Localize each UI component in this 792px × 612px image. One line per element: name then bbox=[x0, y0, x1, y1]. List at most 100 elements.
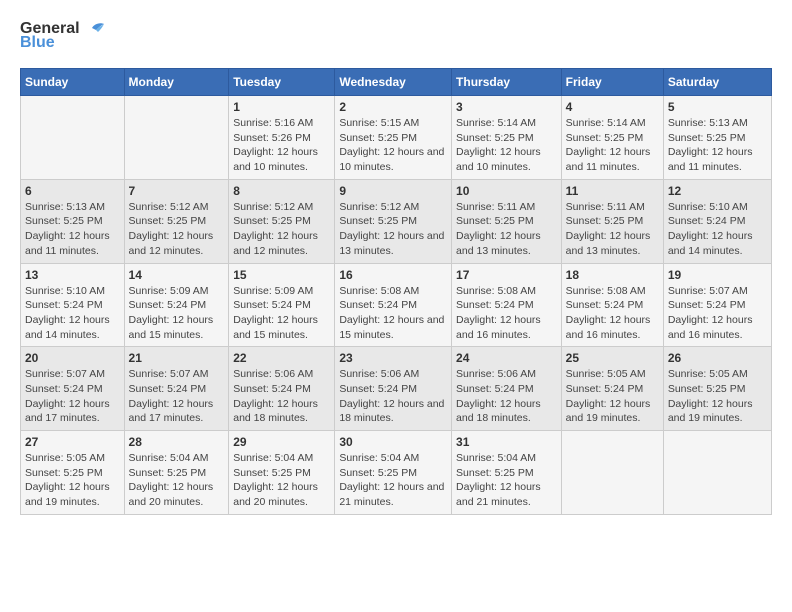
day-number: 24 bbox=[456, 351, 557, 365]
sunrise-text: Sunrise: 5:04 AM bbox=[456, 452, 536, 464]
daylight-text: Daylight: 12 hours and 12 minutes. bbox=[233, 230, 318, 257]
day-info: Sunrise: 5:09 AM Sunset: 5:24 PM Dayligh… bbox=[233, 284, 330, 343]
sunset-text: Sunset: 5:24 PM bbox=[129, 299, 207, 311]
day-info: Sunrise: 5:05 AM Sunset: 5:25 PM Dayligh… bbox=[25, 451, 120, 510]
day-info: Sunrise: 5:07 AM Sunset: 5:24 PM Dayligh… bbox=[25, 367, 120, 426]
sunset-text: Sunset: 5:25 PM bbox=[456, 215, 534, 227]
sunset-text: Sunset: 5:25 PM bbox=[566, 132, 644, 144]
daylight-text: Daylight: 12 hours and 17 minutes. bbox=[129, 398, 214, 425]
day-number: 5 bbox=[668, 100, 767, 114]
calendar-day-cell: 8 Sunrise: 5:12 AM Sunset: 5:25 PM Dayli… bbox=[229, 179, 335, 263]
sunset-text: Sunset: 5:24 PM bbox=[566, 299, 644, 311]
day-number: 10 bbox=[456, 184, 557, 198]
day-number: 1 bbox=[233, 100, 330, 114]
day-number: 20 bbox=[25, 351, 120, 365]
sunrise-text: Sunrise: 5:07 AM bbox=[25, 368, 105, 380]
day-number: 31 bbox=[456, 435, 557, 449]
day-number: 30 bbox=[339, 435, 447, 449]
day-info: Sunrise: 5:12 AM Sunset: 5:25 PM Dayligh… bbox=[233, 200, 330, 259]
calendar-day-cell: 21 Sunrise: 5:07 AM Sunset: 5:24 PM Dayl… bbox=[124, 347, 229, 431]
day-number: 2 bbox=[339, 100, 447, 114]
day-info: Sunrise: 5:13 AM Sunset: 5:25 PM Dayligh… bbox=[668, 116, 767, 175]
day-info: Sunrise: 5:04 AM Sunset: 5:25 PM Dayligh… bbox=[456, 451, 557, 510]
sunset-text: Sunset: 5:25 PM bbox=[339, 215, 417, 227]
day-info: Sunrise: 5:07 AM Sunset: 5:24 PM Dayligh… bbox=[668, 284, 767, 343]
calendar-day-cell: 4 Sunrise: 5:14 AM Sunset: 5:25 PM Dayli… bbox=[561, 96, 663, 180]
day-number: 13 bbox=[25, 268, 120, 282]
sunrise-text: Sunrise: 5:08 AM bbox=[456, 285, 536, 297]
sunrise-text: Sunrise: 5:04 AM bbox=[233, 452, 313, 464]
calendar-day-cell: 26 Sunrise: 5:05 AM Sunset: 5:25 PM Dayl… bbox=[663, 347, 771, 431]
calendar-day-cell bbox=[561, 431, 663, 515]
day-number: 6 bbox=[25, 184, 120, 198]
day-number: 9 bbox=[339, 184, 447, 198]
calendar-day-cell: 18 Sunrise: 5:08 AM Sunset: 5:24 PM Dayl… bbox=[561, 263, 663, 347]
sunrise-text: Sunrise: 5:05 AM bbox=[25, 452, 105, 464]
header-monday: Monday bbox=[124, 69, 229, 96]
calendar-day-cell bbox=[21, 96, 125, 180]
sunrise-text: Sunrise: 5:05 AM bbox=[668, 368, 748, 380]
day-number: 27 bbox=[25, 435, 120, 449]
daylight-text: Daylight: 12 hours and 10 minutes. bbox=[456, 146, 541, 173]
day-number: 14 bbox=[129, 268, 225, 282]
day-number: 18 bbox=[566, 268, 659, 282]
day-number: 11 bbox=[566, 184, 659, 198]
header-tuesday: Tuesday bbox=[229, 69, 335, 96]
header-wednesday: Wednesday bbox=[335, 69, 452, 96]
day-info: Sunrise: 5:15 AM Sunset: 5:25 PM Dayligh… bbox=[339, 116, 447, 175]
day-info: Sunrise: 5:12 AM Sunset: 5:25 PM Dayligh… bbox=[129, 200, 225, 259]
day-info: Sunrise: 5:12 AM Sunset: 5:25 PM Dayligh… bbox=[339, 200, 447, 259]
sunrise-text: Sunrise: 5:10 AM bbox=[25, 285, 105, 297]
calendar-week-row: 1 Sunrise: 5:16 AM Sunset: 5:26 PM Dayli… bbox=[21, 96, 772, 180]
sunrise-text: Sunrise: 5:09 AM bbox=[129, 285, 209, 297]
sunset-text: Sunset: 5:24 PM bbox=[668, 299, 746, 311]
header-thursday: Thursday bbox=[452, 69, 562, 96]
sunrise-text: Sunrise: 5:12 AM bbox=[129, 201, 209, 213]
daylight-text: Daylight: 12 hours and 10 minutes. bbox=[233, 146, 318, 173]
sunset-text: Sunset: 5:24 PM bbox=[456, 383, 534, 395]
sunrise-text: Sunrise: 5:12 AM bbox=[339, 201, 419, 213]
calendar-table: SundayMondayTuesdayWednesdayThursdayFrid… bbox=[20, 68, 772, 515]
sunrise-text: Sunrise: 5:05 AM bbox=[566, 368, 646, 380]
daylight-text: Daylight: 12 hours and 20 minutes. bbox=[233, 481, 318, 508]
calendar-day-cell: 15 Sunrise: 5:09 AM Sunset: 5:24 PM Dayl… bbox=[229, 263, 335, 347]
calendar-week-row: 27 Sunrise: 5:05 AM Sunset: 5:25 PM Dayl… bbox=[21, 431, 772, 515]
day-info: Sunrise: 5:09 AM Sunset: 5:24 PM Dayligh… bbox=[129, 284, 225, 343]
calendar-day-cell bbox=[124, 96, 229, 180]
calendar-day-cell: 22 Sunrise: 5:06 AM Sunset: 5:24 PM Dayl… bbox=[229, 347, 335, 431]
daylight-text: Daylight: 12 hours and 14 minutes. bbox=[25, 314, 110, 341]
calendar-day-cell: 20 Sunrise: 5:07 AM Sunset: 5:24 PM Dayl… bbox=[21, 347, 125, 431]
daylight-text: Daylight: 12 hours and 14 minutes. bbox=[668, 230, 753, 257]
calendar-day-cell: 19 Sunrise: 5:07 AM Sunset: 5:24 PM Dayl… bbox=[663, 263, 771, 347]
sunrise-text: Sunrise: 5:07 AM bbox=[668, 285, 748, 297]
sunset-text: Sunset: 5:25 PM bbox=[233, 215, 311, 227]
sunset-text: Sunset: 5:24 PM bbox=[233, 383, 311, 395]
sunrise-text: Sunrise: 5:09 AM bbox=[233, 285, 313, 297]
calendar-day-cell: 30 Sunrise: 5:04 AM Sunset: 5:25 PM Dayl… bbox=[335, 431, 452, 515]
day-info: Sunrise: 5:10 AM Sunset: 5:24 PM Dayligh… bbox=[25, 284, 120, 343]
daylight-text: Daylight: 12 hours and 13 minutes. bbox=[339, 230, 444, 257]
sunset-text: Sunset: 5:25 PM bbox=[566, 215, 644, 227]
sunset-text: Sunset: 5:24 PM bbox=[339, 299, 417, 311]
sunset-text: Sunset: 5:25 PM bbox=[456, 467, 534, 479]
calendar-day-cell: 7 Sunrise: 5:12 AM Sunset: 5:25 PM Dayli… bbox=[124, 179, 229, 263]
sunset-text: Sunset: 5:25 PM bbox=[668, 132, 746, 144]
sunrise-text: Sunrise: 5:07 AM bbox=[129, 368, 209, 380]
calendar-day-cell: 17 Sunrise: 5:08 AM Sunset: 5:24 PM Dayl… bbox=[452, 263, 562, 347]
calendar-week-row: 6 Sunrise: 5:13 AM Sunset: 5:25 PM Dayli… bbox=[21, 179, 772, 263]
calendar-day-cell: 3 Sunrise: 5:14 AM Sunset: 5:25 PM Dayli… bbox=[452, 96, 562, 180]
calendar-day-cell: 5 Sunrise: 5:13 AM Sunset: 5:25 PM Dayli… bbox=[663, 96, 771, 180]
daylight-text: Daylight: 12 hours and 16 minutes. bbox=[566, 314, 651, 341]
day-number: 17 bbox=[456, 268, 557, 282]
day-info: Sunrise: 5:08 AM Sunset: 5:24 PM Dayligh… bbox=[566, 284, 659, 343]
sunrise-text: Sunrise: 5:10 AM bbox=[668, 201, 748, 213]
calendar-day-cell: 11 Sunrise: 5:11 AM Sunset: 5:25 PM Dayl… bbox=[561, 179, 663, 263]
sunrise-text: Sunrise: 5:06 AM bbox=[233, 368, 313, 380]
day-info: Sunrise: 5:05 AM Sunset: 5:25 PM Dayligh… bbox=[668, 367, 767, 426]
sunset-text: Sunset: 5:24 PM bbox=[566, 383, 644, 395]
sunset-text: Sunset: 5:25 PM bbox=[25, 467, 103, 479]
bird-icon bbox=[82, 20, 104, 38]
sunset-text: Sunset: 5:26 PM bbox=[233, 132, 311, 144]
sunset-text: Sunset: 5:24 PM bbox=[233, 299, 311, 311]
sunset-text: Sunset: 5:25 PM bbox=[233, 467, 311, 479]
